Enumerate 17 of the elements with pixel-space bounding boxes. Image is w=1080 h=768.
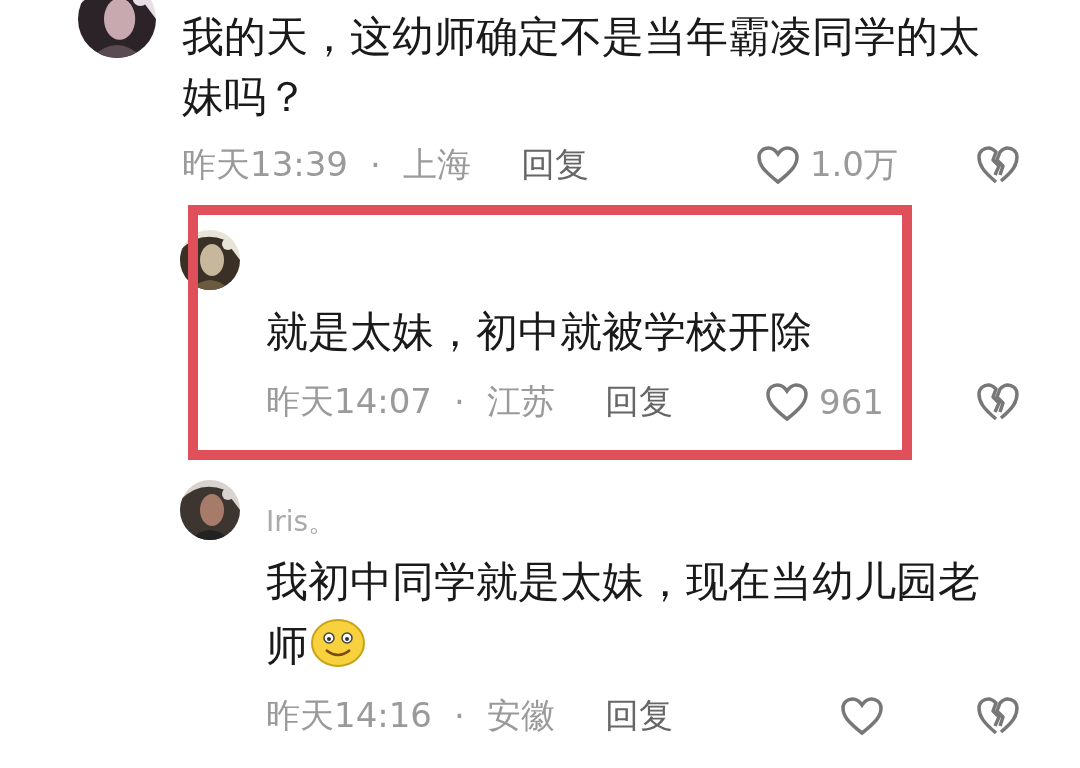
comment-text: 就是太妹，初中就被学校开除 — [266, 306, 813, 358]
comment-text: 我初中同学就是太妹，现在当幼儿园老师 — [266, 556, 981, 672]
comment-time: 昨天14:07 — [266, 380, 432, 423]
reply-button[interactable]: 回复 — [520, 142, 589, 188]
reply-button[interactable]: 回复 — [604, 379, 673, 425]
comment-time: 昨天14:16 — [266, 694, 432, 737]
comment-location: 安徽 — [486, 694, 555, 737]
comment-time: 昨天13:39 — [182, 143, 348, 186]
separator-dot: · — [454, 382, 465, 422]
separator-dot: · — [454, 696, 465, 736]
separator-dot: · — [370, 145, 381, 185]
like-count: 961 — [819, 382, 884, 422]
like-count: 1.0万 — [809, 143, 898, 186]
comment-location: 江苏 — [486, 380, 555, 423]
reply-button[interactable]: 回复 — [604, 693, 673, 739]
comment-location: 上海 — [402, 143, 471, 186]
comment-text: 我的天，这幼师确定不是当年霸凌同学的太妹吗？ — [182, 11, 981, 123]
